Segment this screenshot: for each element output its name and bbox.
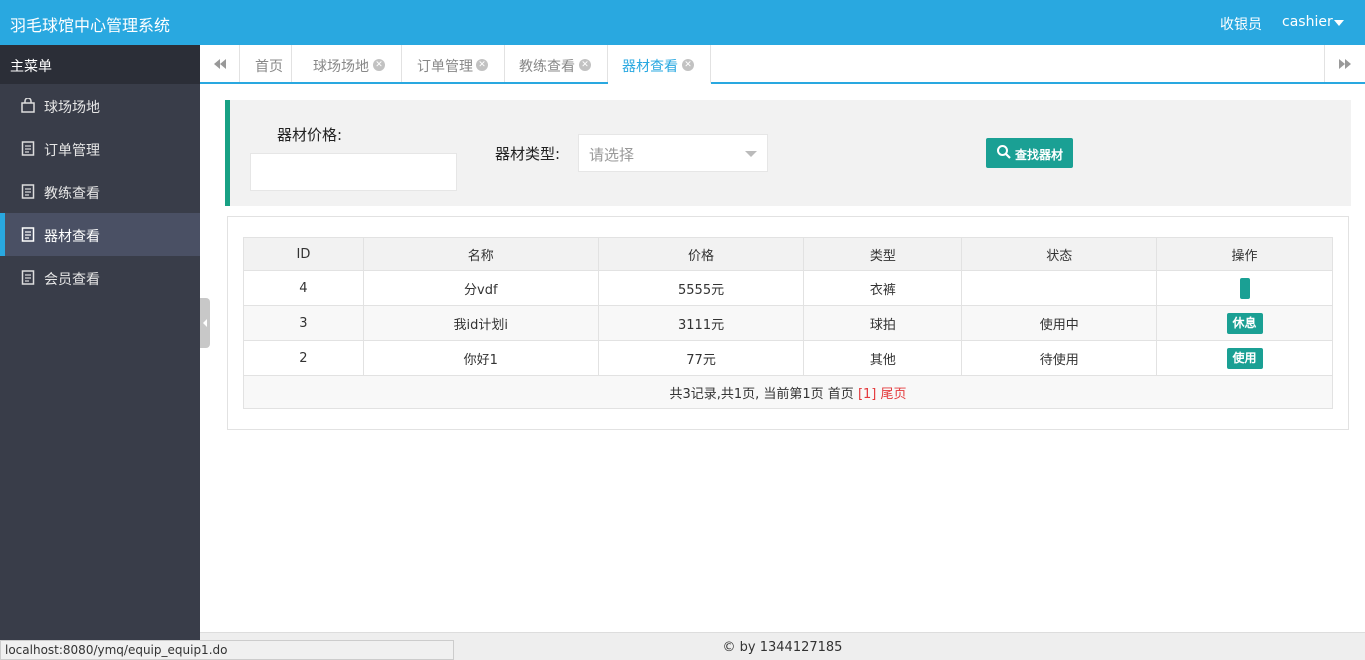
tab-home[interactable]: 首页 xyxy=(241,45,292,82)
cell-type: 球拍 xyxy=(803,305,963,341)
cell-type: 其他 xyxy=(803,340,963,376)
search-form: 器材价格: 器材类型: 请选择 查找器材 xyxy=(225,100,1351,206)
tab-label: 订单管理 xyxy=(417,59,473,75)
cell-price: 77元 xyxy=(597,340,805,376)
sidebar-item-members[interactable]: 会员查看 xyxy=(0,256,200,299)
price-input[interactable] xyxy=(250,153,457,191)
pager-row: 共3记录,共1页, 当前第1页 首页 [1] 尾页 xyxy=(243,375,1333,409)
sidebar: 主菜单 球场场地 订单管理 教练查看 器材查看 会员查看 xyxy=(0,45,200,660)
column-header: 价格 xyxy=(597,237,805,271)
tab-scroll-left-button[interactable] xyxy=(200,45,240,82)
tab-orders[interactable]: 订单管理 ✕ xyxy=(402,45,505,82)
use-button[interactable]: 使用 xyxy=(1226,347,1263,369)
type-label: 器材类型: xyxy=(495,145,561,163)
cell-price: 3111元 xyxy=(597,305,805,341)
bag-icon xyxy=(21,98,35,113)
sidebar-collapse-handle[interactable] xyxy=(200,298,210,348)
double-left-icon xyxy=(214,59,226,69)
close-icon[interactable]: ✕ xyxy=(373,59,385,71)
column-header: ID xyxy=(243,237,364,271)
sidebar-item-coaches[interactable]: 教练查看 xyxy=(0,170,200,213)
pagination: 共3记录,共1页, 当前第1页 首页 [1] 尾页 xyxy=(243,375,1333,409)
pager-last-link[interactable]: 尾页 xyxy=(881,387,907,402)
cell-status xyxy=(961,270,1158,306)
document-icon xyxy=(21,141,35,156)
column-header: 状态 xyxy=(961,237,1158,271)
tab-equipment[interactable]: 器材查看 ✕ xyxy=(608,45,711,84)
sidebar-item-orders[interactable]: 订单管理 xyxy=(0,127,200,170)
table-row: 2 你好1 77元 其他 待使用 使用 xyxy=(243,340,1333,376)
chevron-down-icon xyxy=(745,151,757,157)
action-button[interactable] xyxy=(1239,277,1250,299)
cell-name: 分vdf xyxy=(362,270,599,306)
app-title: 羽毛球馆中心管理系统 xyxy=(10,16,171,35)
tab-label: 球场场地 xyxy=(313,59,369,75)
top-header: 羽毛球馆中心管理系统 收银员 cashier xyxy=(0,0,1365,45)
sidebar-item-label: 订单管理 xyxy=(44,143,100,159)
sidebar-item-label: 器材查看 xyxy=(44,229,100,245)
chevron-down-icon[interactable] xyxy=(1334,20,1344,26)
document-icon xyxy=(21,227,35,242)
sidebar-item-label: 教练查看 xyxy=(44,186,100,202)
browser-status-bar: localhost:8080/ymq/equip_equip1.do xyxy=(0,640,454,660)
cell-price: 5555元 xyxy=(597,270,805,306)
sidebar-item-courts[interactable]: 球场场地 xyxy=(0,84,200,127)
sidebar-item-equipment[interactable]: 器材查看 xyxy=(0,213,200,256)
sidebar-item-label: 球场场地 xyxy=(44,100,100,116)
tab-scroll-right-button[interactable] xyxy=(1324,45,1364,82)
status-url: localhost:8080/ymq/equip_equip1.do xyxy=(5,643,228,657)
sidebar-title: 主菜单 xyxy=(0,45,200,84)
cell-action: 休息 xyxy=(1156,305,1333,341)
cell-action: 使用 xyxy=(1156,340,1333,376)
rest-button[interactable]: 休息 xyxy=(1226,312,1263,334)
equipment-table: ID 名称 价格 类型 状态 操作 4 分vdf 5555元 衣裤 3 我id计… xyxy=(243,237,1333,409)
pager-summary: 共3记录,共1页, 当前第1页 首页 xyxy=(669,386,854,402)
table-row: 4 分vdf 5555元 衣裤 xyxy=(243,270,1333,306)
column-header: 名称 xyxy=(362,237,599,271)
column-header: 操作 xyxy=(1156,237,1333,271)
cell-status: 待使用 xyxy=(961,340,1158,376)
cell-id: 2 xyxy=(243,340,364,376)
close-icon[interactable]: ✕ xyxy=(682,59,694,71)
cell-id: 4 xyxy=(243,270,364,306)
cell-name: 我id计划i xyxy=(362,305,599,341)
price-label: 器材价格: xyxy=(277,126,343,144)
user-role: 收银员 xyxy=(1220,17,1262,33)
type-select[interactable]: 请选择 xyxy=(578,134,768,172)
search-icon xyxy=(997,145,1011,159)
document-icon xyxy=(21,270,35,285)
search-button-label: 查找器材 xyxy=(1015,148,1064,162)
copyright-text: © by 1344127185 xyxy=(722,640,843,655)
user-menu[interactable]: cashier xyxy=(1282,14,1333,30)
close-icon[interactable]: ✕ xyxy=(579,59,591,71)
document-icon xyxy=(21,184,35,199)
tab-courts[interactable]: 球场场地 ✕ xyxy=(292,45,402,82)
tab-coaches[interactable]: 教练查看 ✕ xyxy=(505,45,608,82)
search-equipment-button[interactable]: 查找器材 xyxy=(986,138,1073,168)
cell-id: 3 xyxy=(243,305,364,341)
tab-label: 首页 xyxy=(255,59,283,75)
tab-label: 器材查看 xyxy=(622,59,678,75)
table-header-row: ID 名称 价格 类型 状态 操作 xyxy=(243,237,1333,271)
double-right-icon xyxy=(1339,59,1351,69)
sidebar-item-label: 会员查看 xyxy=(44,272,100,288)
tab-bar: 首页 球场场地 ✕ 订单管理 ✕ 教练查看 ✕ 器材查看 ✕ xyxy=(200,45,1365,84)
type-select-placeholder: 请选择 xyxy=(589,146,635,164)
cell-action xyxy=(1156,270,1333,306)
column-header: 类型 xyxy=(803,237,963,271)
cell-name: 你好1 xyxy=(362,340,599,376)
cell-type: 衣裤 xyxy=(803,270,963,306)
pager-current-page[interactable]: [1] xyxy=(858,387,876,402)
close-icon[interactable]: ✕ xyxy=(476,59,488,71)
tab-label: 教练查看 xyxy=(519,59,575,75)
table-row: 3 我id计划i 3111元 球拍 使用中 休息 xyxy=(243,305,1333,341)
cell-status: 使用中 xyxy=(961,305,1158,341)
